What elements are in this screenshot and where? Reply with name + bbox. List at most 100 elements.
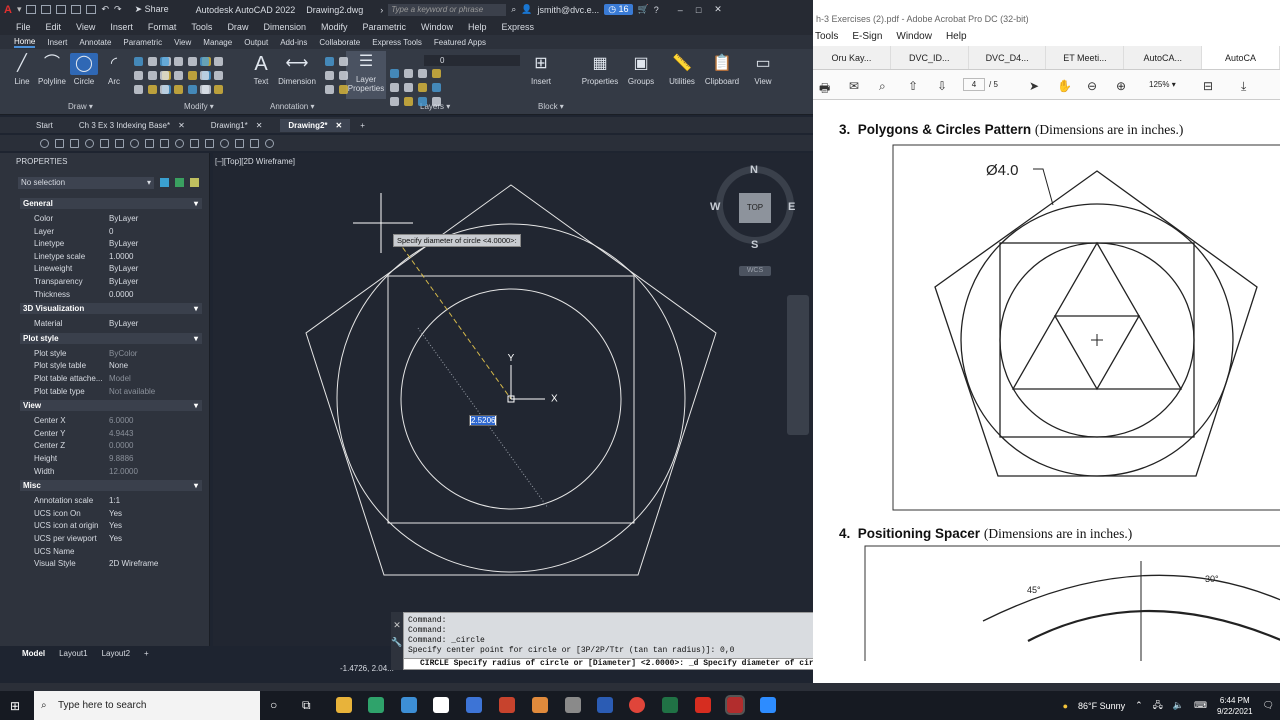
ribbon-small-tool-icon[interactable] [390, 97, 399, 106]
ribbon-small-tool-icon[interactable] [200, 85, 209, 94]
file-tab-3[interactable]: Drawing2* ✕ [280, 118, 351, 132]
drafting-tool-icon[interactable] [205, 139, 214, 148]
prop-row-transparency[interactable]: Transparency ByLayer [34, 276, 202, 288]
drafting-tool-icon[interactable] [175, 139, 184, 148]
polyline-tool[interactable]: ⌒ Polyline [36, 53, 68, 86]
section-viz3d[interactable]: 3D Visualization [20, 303, 202, 315]
acrobat-taskbar-icon[interactable] [695, 697, 711, 713]
ribbon-tab-manage[interactable]: Manage [203, 38, 232, 47]
share-button[interactable]: ➤ Share [135, 4, 169, 15]
drafting-tool-icon[interactable] [190, 139, 199, 148]
ribbon-small-tool-icon[interactable] [339, 85, 348, 94]
prop-row-ucs-name[interactable]: UCS Name [34, 546, 202, 558]
ribbon-small-tool-icon[interactable] [148, 71, 157, 80]
dynamic-input-field[interactable]: 2.5206 [469, 415, 498, 426]
zoom-out-icon[interactable]: ⊖ [1087, 79, 1097, 93]
menu-item-tools[interactable]: Tools [191, 22, 212, 32]
save-icon[interactable] [56, 5, 67, 14]
ribbon-small-tool-icon[interactable] [432, 69, 441, 78]
prop-row-height[interactable]: Height 9.8886 [34, 453, 202, 465]
utilities-tool[interactable]: 📏 Utilities [662, 53, 702, 86]
menu-item-parametric[interactable]: Parametric [363, 22, 407, 32]
ribbon-small-tool-icon[interactable] [148, 57, 157, 66]
pdf-page[interactable]: 3. Polygons & Circles Pattern (Dimension… [813, 101, 1280, 683]
ribbon-small-tool-icon[interactable] [160, 57, 169, 66]
drafting-tool-icon[interactable] [235, 139, 244, 148]
ribbon-small-tool-icon[interactable] [174, 57, 183, 66]
chevron-right-icon[interactable]: › [380, 5, 383, 15]
maximize-icon[interactable]: □ [696, 5, 701, 15]
acrobat-doc-tab[interactable]: DVC_D4... [969, 46, 1047, 69]
autocad-logo[interactable]: A [4, 4, 12, 16]
menu-item-dimension[interactable]: Dimension [263, 22, 306, 32]
print-icon[interactable]: 🖶 [819, 79, 830, 100]
language-icon[interactable]: ⌨ [1194, 700, 1207, 711]
windows-start-icon[interactable]: ⊞ [10, 699, 20, 713]
ribbon-small-tool-icon[interactable] [390, 83, 399, 92]
task-view-icon[interactable]: ⧉ [302, 698, 311, 713]
ribbon-tab-view[interactable]: View [174, 38, 191, 47]
user-account[interactable]: jsmith@dvc.e... [538, 5, 600, 15]
ribbon-tab-parametric[interactable]: Parametric [123, 38, 162, 47]
ribbon-small-tool-icon[interactable] [148, 85, 157, 94]
section-plot[interactable]: Plot style [20, 332, 202, 344]
weather-text[interactable]: 86°F Sunny [1078, 701, 1125, 711]
layer-properties-tool[interactable]: ☰ Layer Properties [346, 51, 386, 99]
dropbox-icon[interactable] [466, 697, 482, 713]
circle-tool[interactable]: ◯ Circle [70, 53, 98, 86]
file-tab-1[interactable]: Ch 3 Ex 3 Indexing Base* ✕ [71, 119, 193, 132]
prop-row-center-x[interactable]: Center X 6.0000 [34, 415, 202, 427]
ribbon-small-tool-icon[interactable] [418, 83, 427, 92]
selection-dropdown[interactable]: No selection ▾ [18, 177, 154, 189]
ribbon-small-tool-icon[interactable] [404, 97, 413, 106]
ribbon-small-tool-icon[interactable] [404, 69, 413, 78]
chrome-icon[interactable] [629, 697, 645, 713]
navigation-bar[interactable] [787, 295, 809, 435]
acrobat-menu-tools[interactable]: Tools [815, 31, 838, 46]
show-hidden-icons[interactable]: ⌃ [1135, 700, 1143, 711]
prop-row-lineweight[interactable]: Lineweight ByLayer [34, 263, 202, 275]
user-icon[interactable]: 👤 [521, 4, 532, 15]
wcs-menu[interactable]: WCS [739, 266, 771, 276]
acrobat-doc-tab[interactable]: ET Meeti... [1046, 46, 1125, 69]
prop-row-ucs-per-viewport[interactable]: UCS per viewport Yes [34, 533, 202, 545]
ribbon-small-tool-icon[interactable] [390, 69, 399, 78]
file-explorer-icon[interactable] [336, 697, 352, 713]
drafting-tool-icon[interactable] [130, 139, 139, 148]
menu-item-format[interactable]: Format [148, 22, 177, 32]
clock[interactable]: 6:44 PM 9/22/2021 [1217, 695, 1253, 717]
drafting-tool-icon[interactable] [70, 139, 79, 148]
panel-annotation[interactable]: Annotation ▾ [270, 102, 315, 111]
maps-app-icon[interactable] [368, 697, 384, 713]
groups-tool[interactable]: ▣ Groups [624, 53, 658, 86]
panel-modify[interactable]: Modify ▾ [184, 102, 214, 111]
prop-row-center-z[interactable]: Center Z 0.0000 [34, 440, 202, 452]
ribbon-small-tool-icon[interactable] [200, 71, 209, 80]
panel-draw[interactable]: Draw ▾ [68, 102, 93, 111]
close-tab-icon[interactable]: ✕ [256, 121, 263, 130]
ribbon-small-tool-icon[interactable] [188, 71, 197, 80]
layout-tab-model[interactable]: Model [22, 649, 45, 658]
open-file-icon[interactable] [41, 5, 52, 14]
ribbon-tab-home[interactable]: Home [14, 37, 36, 48]
new-tab-icon[interactable]: + [360, 121, 365, 130]
ribbon-tab-add-ins[interactable]: Add-ins [280, 38, 307, 47]
amazon-icon[interactable] [433, 697, 449, 713]
excel-icon[interactable] [662, 697, 678, 713]
prev-page-icon[interactable]: ⇧ [908, 79, 918, 93]
drafting-tool-icon[interactable] [145, 139, 154, 148]
compass-west[interactable]: W [710, 201, 720, 213]
save-as-icon[interactable] [71, 5, 82, 14]
volume-icon[interactable]: 🔈 [1173, 700, 1184, 711]
drafting-tool-icon[interactable] [115, 139, 124, 148]
ribbon-small-tool-icon[interactable] [418, 97, 427, 106]
drafting-tool-icon[interactable] [85, 139, 94, 148]
menu-item-file[interactable]: File [16, 22, 31, 32]
notifications-icon[interactable]: 🗨 [1263, 700, 1274, 711]
compass-north[interactable]: N [750, 164, 758, 176]
prop-row-center-y[interactable]: Center Y 4.9443 [34, 428, 202, 440]
notification-badge[interactable]: ◷ 16 [604, 4, 633, 15]
prop-row-plot-table-type[interactable]: Plot table type Not available [34, 386, 202, 398]
ribbon-small-tool-icon[interactable] [134, 71, 143, 80]
clipboard-tool[interactable]: 📋 Clipboard [702, 53, 742, 86]
